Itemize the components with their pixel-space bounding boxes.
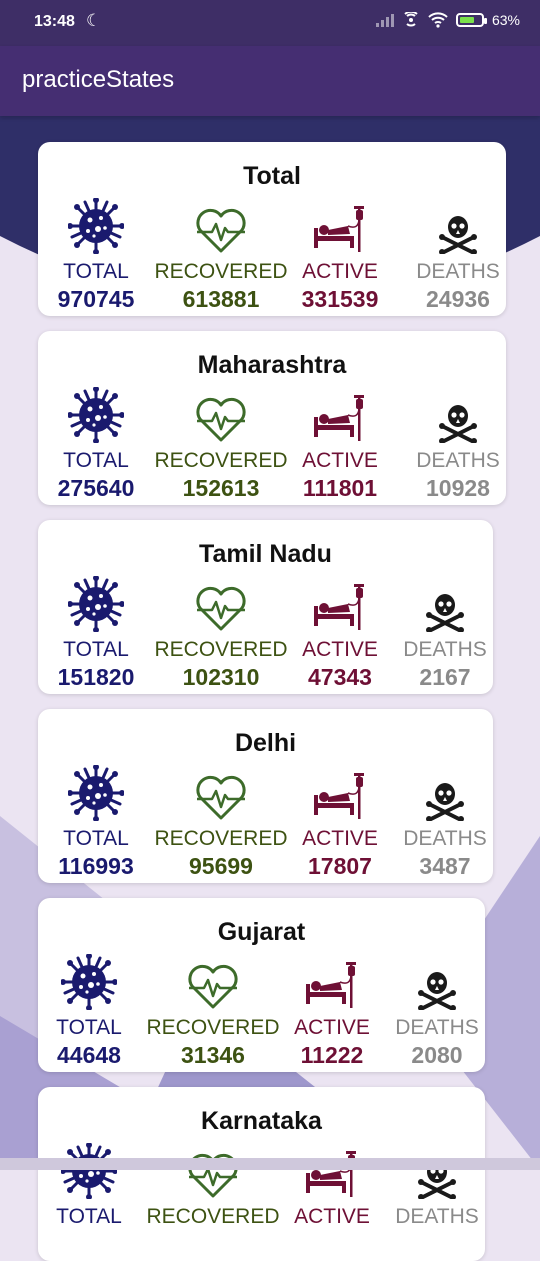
state-card[interactable]: Gujarat TOTAL 44648 RECOVERED 31346 ACTI… [38,898,485,1072]
skull-crossbones-icon [375,763,515,821]
total-count: 44648 [57,1042,121,1068]
deaths-stat: DEATHS 3487 [375,763,515,880]
skull-crossbones-icon [388,385,528,443]
total-count: 970745 [57,286,135,312]
virus-icon [26,196,166,254]
total-count: 116993 [58,853,134,879]
state-name: Maharashtra [197,351,347,379]
skull-crossbones-icon [367,1141,507,1199]
deaths-count: 2080 [411,1042,463,1068]
total-label: TOTAL [63,638,129,661]
state-name: Gujarat [217,918,306,946]
state-name: Karnataka [201,1107,322,1135]
deaths-stat: DEATHS 10928 [388,385,528,502]
total-stat: TOTAL 116993 [26,763,166,880]
state-name: Tamil Nadu [199,540,332,568]
virus-icon [19,1141,159,1199]
status-icons: 63% [375,12,520,28]
deaths-label: DEATHS [416,449,500,472]
state-name: Delhi [234,729,297,757]
skull-crossbones-icon [388,196,528,254]
deaths-stat: DEATHS 24936 [388,196,528,313]
virus-icon [26,574,166,632]
total-label: TOTAL [63,449,129,472]
deaths-stat: DEATHS 2167 [375,574,515,691]
virus-icon [26,385,166,443]
total-count: 151820 [57,664,135,690]
virus-icon [19,952,159,1010]
navigation-bar [0,1158,540,1170]
deaths-stat: DEATHS [367,1141,507,1231]
status-time: 13:48 [34,13,75,30]
wifi-icon [428,12,448,28]
virus-icon [26,763,166,821]
total-stat: TOTAL 275640 [26,385,166,502]
total-stat: TOTAL [19,1141,159,1231]
total-stat: TOTAL 151820 [26,574,166,691]
total-label: TOTAL [56,1205,122,1228]
total-label: TOTAL [63,260,129,283]
app-bar: practiceStates [0,46,540,116]
deaths-count: 2167 [419,664,471,690]
battery-percent: 63% [491,12,520,28]
total-count: 275640 [57,475,135,501]
deaths-count: 10928 [426,475,490,501]
total-label: TOTAL [63,827,129,850]
deaths-stat: DEATHS 2080 [367,952,507,1069]
deaths-count: 3487 [419,853,471,879]
do-not-disturb-icon: ☾ [86,11,102,30]
total-stat: TOTAL 970745 [26,196,166,313]
status-bar: 13:48 ☾ 63% [0,0,540,46]
state-card[interactable]: Maharashtra TOTAL 275640 RECOVERED 152613 [38,331,506,505]
skull-crossbones-icon [367,952,507,1010]
deaths-count: 24936 [426,286,490,312]
app-title: practiceStates [22,66,175,93]
deaths-label: DEATHS [395,1016,479,1039]
deaths-label: DEATHS [403,827,487,850]
total-label: TOTAL [56,1016,122,1039]
deaths-label: DEATHS [416,260,500,283]
hotspot-icon [404,12,418,27]
deaths-label: DEATHS [395,1205,479,1228]
total-stat: TOTAL 44648 [19,952,159,1069]
battery-icon [455,13,487,27]
signal-icon [375,13,394,27]
state-name: Total [243,162,301,190]
state-card[interactable]: Tamil Nadu TOTAL151820 RECOVERED102310 [38,520,493,694]
deaths-label: DEATHS [403,638,487,661]
state-card[interactable]: Total TOTAL 970745 RECOVERED 613881 ACTI… [38,142,506,316]
state-card[interactable]: Delhi TOTAL 116993 RECOVERED 95699 ACTIV… [38,709,493,883]
skull-crossbones-icon [375,574,515,632]
state-card[interactable]: Karnataka TOTAL RECOVERED ACTIVE DEATHS [38,1087,485,1261]
